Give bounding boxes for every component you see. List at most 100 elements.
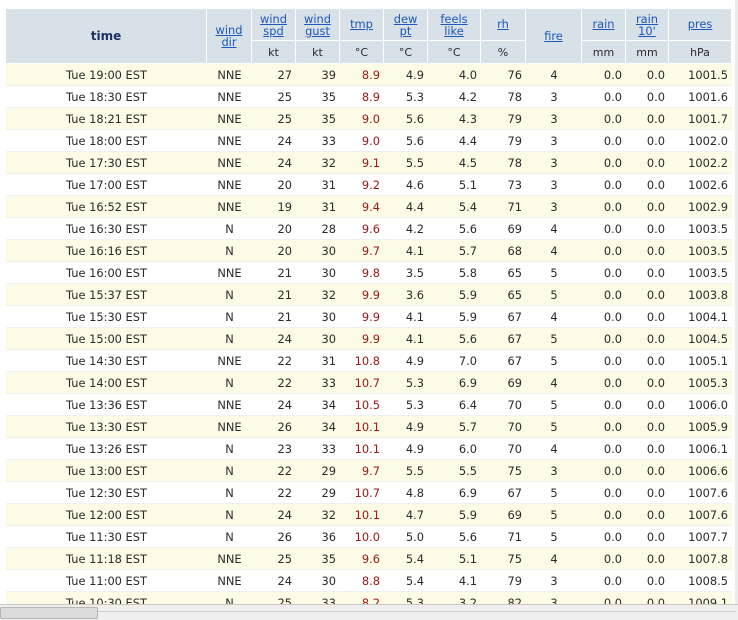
cell-rain-10: 0.0 [626, 372, 669, 394]
cell-rain: 0.0 [582, 108, 626, 130]
cell-wind-dir: NNE [207, 350, 252, 372]
cell-rh: 65 [481, 262, 526, 284]
column-header-pres[interactable]: pres [669, 9, 732, 41]
cell-time: Tue 19:00 EST [6, 64, 207, 86]
cell-rain-10: 0.0 [626, 460, 669, 482]
cell-rh: 69 [481, 218, 526, 240]
cell-tmp: 8.9 [340, 86, 384, 108]
cell-time: Tue 14:00 EST [6, 372, 207, 394]
horizontal-scrollbar[interactable] [0, 604, 738, 620]
cell-rain: 0.0 [582, 526, 626, 548]
cell-wind-dir: NNE [207, 64, 252, 86]
column-header-tmp[interactable]: tmp [340, 9, 384, 41]
cell-rain-10: 0.0 [626, 196, 669, 218]
cell-rain: 0.0 [582, 438, 626, 460]
cell-dew-pt: 5.5 [384, 460, 428, 482]
cell-rain: 0.0 [582, 592, 626, 604]
column-header-time: time [6, 9, 207, 64]
column-header-wind-spd[interactable]: wind spd [252, 9, 296, 41]
cell-fire: 3 [526, 592, 582, 604]
cell-dew-pt: 5.3 [384, 86, 428, 108]
column-header-wind-dir[interactable]: wind dir [207, 9, 252, 64]
column-header-rain-10[interactable]: rain 10' [626, 9, 669, 41]
cell-wind-spd: 21 [252, 284, 296, 306]
cell-wind-spd: 26 [252, 416, 296, 438]
column-header-rh[interactable]: rh [481, 9, 526, 41]
sort-link-rain[interactable]: rain [592, 17, 614, 31]
cell-rain: 0.0 [582, 548, 626, 570]
cell-wind-spd: 21 [252, 306, 296, 328]
cell-wind-gust: 29 [296, 460, 340, 482]
cell-rain-10: 0.0 [626, 262, 669, 284]
sort-link-wind-gust[interactable]: wind gust [304, 13, 331, 37]
cell-wind-gust: 36 [296, 526, 340, 548]
sort-link-pres[interactable]: pres [688, 17, 713, 31]
sort-link-rh[interactable]: rh [497, 17, 509, 31]
cell-pres: 1002.6 [669, 174, 732, 196]
sort-link-wind-spd[interactable]: wind spd [260, 13, 287, 37]
cell-time: Tue 10:30 EST [6, 592, 207, 604]
cell-wind-spd: 20 [252, 174, 296, 196]
table-row: Tue 16:30 EST N 20 28 9.6 4.2 5.6 69 4 0.0 0.0 1003… [6, 218, 732, 240]
table-row: Tue 13:00 EST N 22 29 9.7 5.5 5.5 75 3 0.0 0.0 1006… [6, 460, 732, 482]
cell-feels-like: 4.0 [428, 64, 481, 86]
sort-link-fire[interactable]: fire [544, 29, 563, 43]
cell-time: Tue 13:36 EST [6, 394, 207, 416]
column-header-rain[interactable]: rain [582, 9, 626, 41]
cell-wind-dir: NNE [207, 130, 252, 152]
cell-dew-pt: 4.9 [384, 416, 428, 438]
cell-fire: 4 [526, 438, 582, 460]
cell-time: Tue 18:00 EST [6, 130, 207, 152]
sort-link-rain-10[interactable]: rain 10' [636, 13, 658, 37]
cell-rain: 0.0 [582, 240, 626, 262]
cell-wind-spd: 22 [252, 350, 296, 372]
sort-link-dew-pt[interactable]: dew pt [394, 13, 418, 37]
cell-feels-like: 5.9 [428, 306, 481, 328]
table-row: Tue 12:30 EST N 22 29 10.7 4.8 6.9 67 5 0.0 0.0 100… [6, 482, 732, 504]
sort-link-tmp[interactable]: tmp [350, 17, 373, 31]
table-row: Tue 16:16 EST N 20 30 9.7 4.1 5.7 68 4 0.0 0.0 1003… [6, 240, 732, 262]
cell-fire: 4 [526, 64, 582, 86]
cell-time: Tue 13:26 EST [6, 438, 207, 460]
cell-dew-pt: 5.6 [384, 108, 428, 130]
cell-wind-gust: 31 [296, 196, 340, 218]
cell-tmp: 9.6 [340, 548, 384, 570]
sort-link-feels-like[interactable]: feels like [440, 13, 467, 37]
cell-rain: 0.0 [582, 372, 626, 394]
cell-time: Tue 16:30 EST [6, 218, 207, 240]
cell-time: Tue 11:30 EST [6, 526, 207, 548]
cell-tmp: 8.2 [340, 592, 384, 604]
cell-time: Tue 11:00 EST [6, 570, 207, 592]
cell-time: Tue 15:00 EST [6, 328, 207, 350]
observations-table: time wind dir wind spd wind gust tmp dew pt … [6, 9, 732, 604]
cell-tmp: 8.9 [340, 64, 384, 86]
cell-pres: 1007.6 [669, 504, 732, 526]
cell-rain-10: 0.0 [626, 548, 669, 570]
cell-wind-spd: 20 [252, 218, 296, 240]
cell-pres: 1002.9 [669, 196, 732, 218]
column-header-dew-pt[interactable]: dew pt [384, 9, 428, 41]
cell-feels-like: 5.8 [428, 262, 481, 284]
cell-wind-dir: NNE [207, 262, 252, 284]
cell-feels-like: 5.7 [428, 416, 481, 438]
cell-wind-gust: 34 [296, 416, 340, 438]
cell-feels-like: 5.9 [428, 284, 481, 306]
cell-wind-dir: NNE [207, 394, 252, 416]
cell-dew-pt: 4.6 [384, 174, 428, 196]
column-header-wind-gust[interactable]: wind gust [296, 9, 340, 41]
cell-wind-gust: 32 [296, 504, 340, 526]
cell-wind-gust: 32 [296, 284, 340, 306]
table-row: Tue 18:00 EST NNE 24 33 9.0 5.6 4.4 79 3 0.0 0.0 10… [6, 130, 732, 152]
table-row: Tue 13:30 EST NNE 26 34 10.1 4.9 5.7 70 5 0.0 0.0 1… [6, 416, 732, 438]
column-header-fire[interactable]: fire [526, 9, 582, 64]
cell-fire: 3 [526, 174, 582, 196]
cell-rain: 0.0 [582, 130, 626, 152]
cell-rh: 69 [481, 504, 526, 526]
column-header-feels-like[interactable]: feels like [428, 9, 481, 41]
sort-link-wind-dir[interactable]: wind dir [216, 24, 243, 48]
cell-wind-gust: 35 [296, 108, 340, 130]
cell-rain: 0.0 [582, 504, 626, 526]
scrollbar-thumb[interactable] [0, 607, 98, 619]
cell-time: Tue 16:52 EST [6, 196, 207, 218]
cell-tmp: 10.1 [340, 504, 384, 526]
